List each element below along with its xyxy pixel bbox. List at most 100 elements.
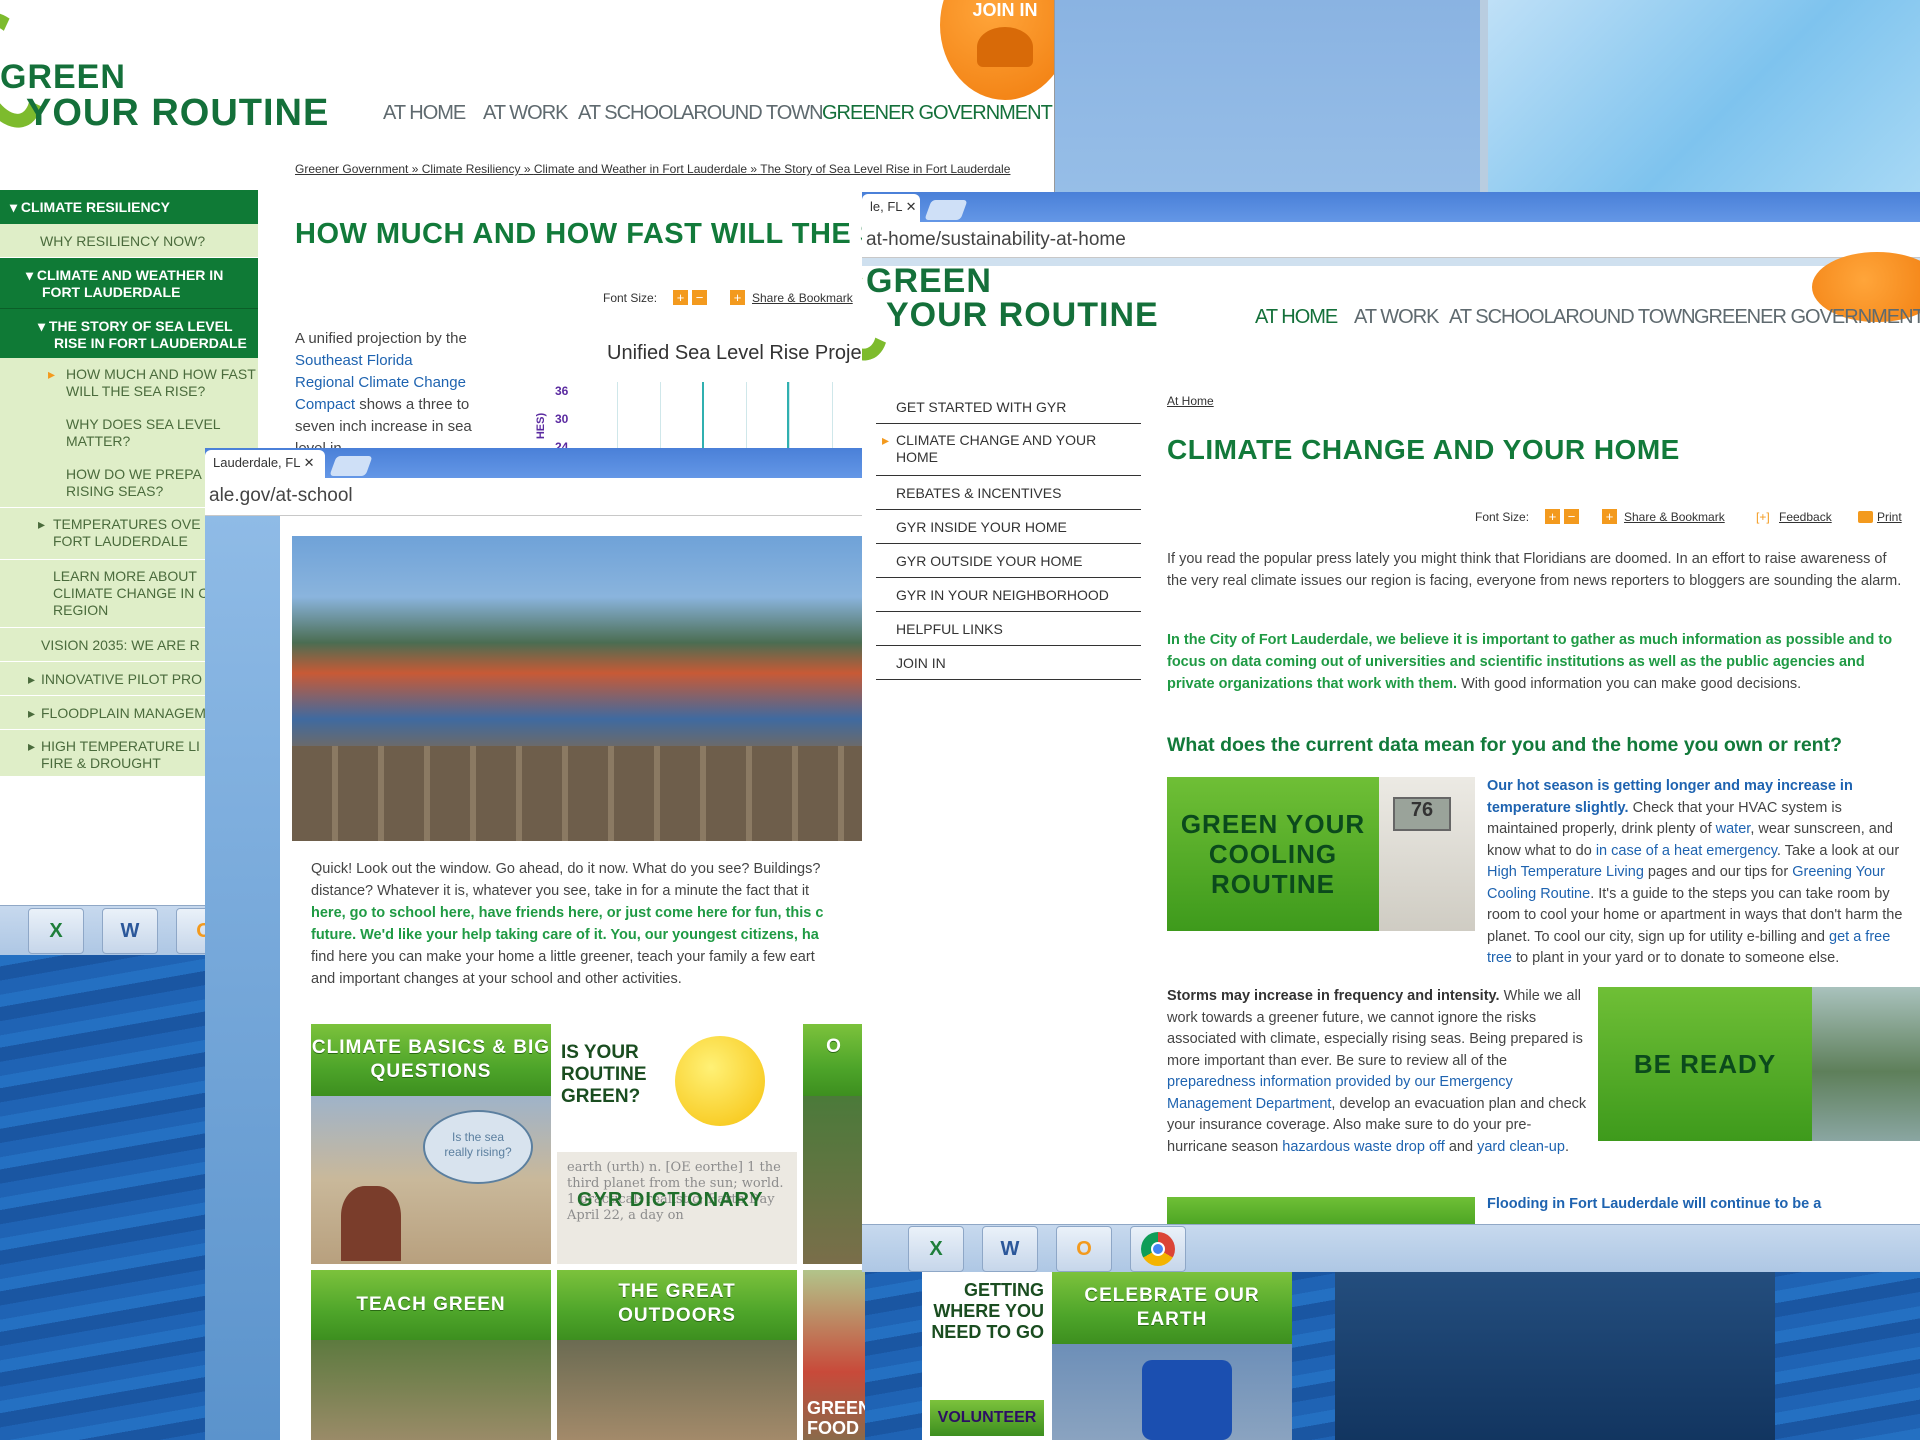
sidebar-item-label: LEARN MORE ABOUT CLIMATE CHANGE IN C REG… (53, 568, 209, 618)
tab-home[interactable]: le, FL ✕ (862, 194, 920, 222)
sidebar-item-climate-resiliency[interactable]: ▾ CLIMATE RESILIENCY (0, 190, 258, 224)
tile-celebrate-earth[interactable]: CELEBRATE OUR EARTH (1052, 1272, 1292, 1440)
address-bar[interactable]: at-home/sustainability-at-home (862, 222, 1920, 258)
nav-at-home[interactable]: AT HOME (383, 102, 466, 125)
text: and (1444, 1138, 1478, 1155)
menu-item-join-in[interactable]: JOIN IN (876, 646, 1141, 680)
sidebar-item-label: INNOVATIVE PILOT PRO (41, 671, 203, 687)
excel-icon[interactable]: X (908, 1226, 964, 1272)
section-heading: What does the current data mean for you … (1167, 734, 1842, 756)
tile-teach-green[interactable]: TEACH GREEN (311, 1270, 551, 1440)
menu-item-neighborhood[interactable]: GYR IN YOUR NEIGHBORHOOD (876, 578, 1141, 612)
nav-around-town[interactable]: AROUND TOWN (681, 102, 824, 125)
share-bookmark-link[interactable]: Share & Bookmark (1624, 510, 1725, 524)
sidebar-item-label: WHY DOES SEA LEVEL MATTER? (66, 416, 221, 449)
word-icon[interactable]: W (982, 1226, 1038, 1272)
print-link[interactable]: Print (1877, 510, 1902, 524)
site-logo[interactable]: GREEN YOUR ROUTINE (0, 60, 329, 132)
menu-item-rebates[interactable]: REBATES & INCENTIVES (876, 476, 1141, 510)
heat-emergency-link[interactable]: in case of a heat emergency (1596, 843, 1777, 859)
browser-window-at-home[interactable]: le, FL ✕ at-home/sustainability-at-home … (862, 192, 1920, 1224)
sidebar-item-why-resiliency[interactable]: WHY RESILIENCY NOW? (0, 224, 258, 258)
share-icon: + (1602, 509, 1617, 524)
text: to plant in your yard or to donate to so… (1512, 950, 1840, 966)
paragraph-rest: With good information you can make good … (1457, 676, 1802, 692)
new-tab-button[interactable] (329, 456, 373, 476)
tile-label: IS YOUR ROUTINE GREEN? (561, 1042, 647, 1107)
intro-line: future. We'd like your help taking care … (311, 927, 819, 943)
nav-greener-government[interactable]: GREENER GOVERNMENT (1694, 306, 1920, 329)
close-icon[interactable]: ✕ (304, 455, 315, 470)
tile-green-food[interactable]: GREEN FOOD (803, 1270, 865, 1440)
share-bookmark-link[interactable]: Share & Bookmark (752, 291, 853, 305)
tile-great-outdoors[interactable]: THE GREAT OUTDOORS (557, 1270, 797, 1440)
close-icon[interactable]: ✕ (906, 199, 917, 214)
flooding-tile[interactable] (1167, 1197, 1475, 1224)
menu-item-helpful-links[interactable]: HELPFUL LINKS (876, 612, 1141, 646)
paragraph-cooling: Our hot season is getting longer and may… (1487, 776, 1907, 970)
nav-at-school[interactable]: AT SCHOOL (578, 102, 684, 125)
tile-partial[interactable]: O (803, 1024, 865, 1264)
nav-at-work[interactable]: AT WORK (1354, 306, 1439, 329)
site-logo[interactable]: GREEN YOUR ROUTINE (866, 264, 1159, 332)
paragraph-data: In the City of Fort Lauderdale, we belie… (1167, 629, 1907, 695)
breadcrumb-item[interactable]: The Story of Sea Level Rise in Fort Laud… (760, 162, 1010, 176)
chrome-taskbar-button[interactable] (1130, 1226, 1186, 1272)
thermostat-reading: 76 (1393, 797, 1451, 831)
font-size-label: Font Size: (603, 291, 658, 305)
join-in-badge[interactable]: JOIN IN (940, 0, 1054, 100)
breadcrumb-at-home[interactable]: At Home (1167, 394, 1214, 408)
nav-greener-government[interactable]: GREENER GOVERNMENT (822, 102, 1053, 125)
paragraph-lead: Flooding in Fort Lauderdale will continu… (1487, 1196, 1822, 1212)
breadcrumb-item[interactable]: Climate Resiliency (422, 162, 521, 176)
font-size-label: Font Size: (1475, 510, 1530, 524)
nav-at-work[interactable]: AT WORK (483, 102, 568, 125)
sidebar-item-sea-level-story[interactable]: ▾ THE STORY OF SEA LEVEL RISE IN FORT LA… (0, 308, 258, 358)
feedback-icon: [+] (1756, 510, 1770, 524)
font-increase-icon[interactable]: + (673, 290, 688, 305)
chart-line (702, 382, 704, 452)
water-link[interactable]: water (1716, 821, 1751, 837)
breadcrumb-item[interactable]: Greener Government (295, 162, 408, 176)
tile-routine-green[interactable]: IS YOUR ROUTINE GREEN? earth (urth) n. [… (557, 1024, 797, 1264)
tile-label: GREEN YOUR COOLING ROUTINE (1167, 777, 1379, 931)
cooling-routine-tile[interactable]: GREEN YOUR COOLING ROUTINE 76 (1167, 777, 1475, 931)
mascot-image (1052, 1344, 1292, 1440)
tile-label: TEACH GREEN (311, 1270, 551, 1340)
font-decrease-icon[interactable]: − (692, 290, 707, 305)
word-icon[interactable]: W (102, 908, 158, 954)
address-bar[interactable]: ale.gov/at-school (205, 478, 865, 516)
sidebar-item-label: HOW MUCH AND HOW FAST WILL THE SEA RISE? (66, 366, 256, 399)
breadcrumb-item[interactable]: Climate and Weather in Fort Lauderdale (534, 162, 747, 176)
yard-cleanup-link[interactable]: yard clean-up (1477, 1139, 1565, 1155)
chart-tick: 36 (555, 384, 569, 398)
outlook-icon[interactable]: O (1056, 1226, 1112, 1272)
menu-item-inside-home[interactable]: GYR INSIDE YOUR HOME (876, 510, 1141, 544)
nav-at-home[interactable]: AT HOME (1255, 306, 1338, 329)
feedback-link[interactable]: Feedback (1779, 510, 1832, 524)
tile-climate-basics[interactable]: CLIMATE BASICS & BIG QUESTIONS Is the se… (311, 1024, 551, 1264)
browser-window-at-school[interactable]: Lauderdale, FL ✕ ale.gov/at-school Quick… (205, 448, 865, 1440)
tab-strip: le, FL ✕ (862, 192, 1920, 222)
students-photo (292, 536, 865, 841)
sidebar-item-climate-weather[interactable]: ▾ CLIMATE AND WEATHER IN FORT LAUDERDALE (0, 258, 258, 308)
menu-item-outside-home[interactable]: GYR OUTSIDE YOUR HOME (876, 544, 1141, 578)
tile-getting-where[interactable]: GETTING WHERE YOU NEED TO GO VOLUNTEER (922, 1272, 1052, 1440)
nav-around-town[interactable]: AROUND TOWN (1553, 306, 1696, 329)
sidebar-item-how-much[interactable]: ▸ HOW MUCH AND HOW FAST WILL THE SEA RISE… (0, 358, 258, 408)
tab-lauderdale[interactable]: Lauderdale, FL ✕ (205, 450, 325, 478)
sidebar-item-label: CLIMATE RESILIENCY (20, 199, 170, 215)
paragraph-storms: Storms may increase in frequency and int… (1167, 986, 1589, 1158)
font-decrease-icon[interactable]: − (1564, 509, 1579, 524)
be-ready-tile[interactable]: BE READY (1598, 987, 1920, 1141)
breadcrumb-sep: » (411, 162, 419, 176)
hazardous-waste-link[interactable]: hazardous waste drop off (1282, 1139, 1445, 1155)
paragraph-intro: If you read the popular press lately you… (1167, 551, 1902, 589)
menu-item-climate-change[interactable]: ▸ CLIMATE CHANGE AND YOUR HOME (876, 424, 1141, 476)
font-increase-icon[interactable]: + (1545, 509, 1560, 524)
menu-item-get-started[interactable]: GET STARTED WITH GYR (876, 390, 1141, 424)
high-temp-link[interactable]: High Temperature Living (1487, 864, 1644, 880)
new-tab-button[interactable] (924, 200, 968, 220)
excel-icon[interactable]: X (28, 908, 84, 954)
nav-at-school[interactable]: AT SCHOOL (1449, 306, 1555, 329)
